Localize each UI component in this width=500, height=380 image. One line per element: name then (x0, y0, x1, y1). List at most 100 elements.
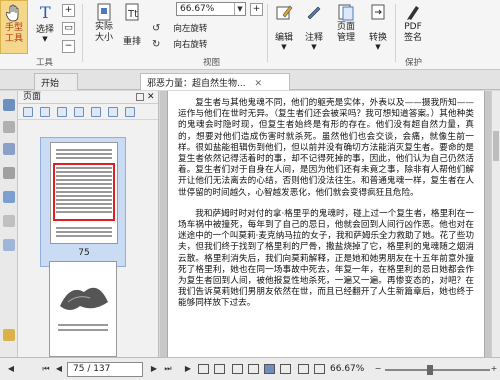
prev-page-icon[interactable]: ◀ (53, 363, 65, 375)
thumbnail-panel: 页面 ✕ 75 (18, 91, 159, 357)
zoom-in-icon[interactable]: + (250, 3, 263, 16)
attachments-icon[interactable] (3, 191, 15, 203)
restore-icon[interactable] (136, 93, 144, 101)
edit-label: 编辑 (274, 33, 293, 43)
zoom-slider-knob[interactable] (427, 365, 433, 375)
document-view[interactable]: 复生者与其他鬼魂不同，他们的躯壳是实体，外表以及——摄我所知——运作与他们在世时… (160, 91, 500, 357)
zoom-in-icon[interactable]: + (62, 4, 75, 17)
actual-size-button[interactable]: 实际 大小 (89, 2, 119, 44)
thumb-text-line (58, 329, 108, 331)
more-options-icon[interactable] (125, 107, 135, 117)
rotate-left-icon: ↺ (152, 22, 161, 34)
rotate-left-button[interactable]: ↺ 向左旋转 (152, 22, 208, 35)
document-page: 复生者与其他鬼魂不同，他们的躯壳是实体，外表以及——摄我所知——运作与他们在世时… (167, 91, 485, 357)
visible-area-indicator[interactable] (53, 163, 115, 221)
thumb-text-line (56, 227, 112, 229)
zoom-level: 66.67% (330, 364, 365, 374)
fit-width-icon[interactable] (298, 364, 309, 374)
tab-document-label: 邪恶力量：超自然生物... (147, 79, 246, 89)
collapse-panel-icon[interactable]: ◀ (5, 363, 17, 375)
replace-page-icon[interactable] (91, 107, 101, 117)
thumbnail-selected[interactable]: 75 (40, 137, 126, 267)
search-icon[interactable] (3, 215, 15, 227)
pdf-sign-button[interactable]: PDF 签名 (398, 2, 428, 44)
convert-button[interactable]: 转换 ▼ (364, 2, 392, 51)
delete-page-icon[interactable] (40, 107, 50, 117)
edit-button[interactable]: 编辑 ▼ (270, 2, 298, 51)
comments-panel-icon[interactable] (3, 143, 15, 155)
rotate-left-label: 向左旋转 (173, 24, 208, 34)
thumbnail-page-76[interactable] (49, 261, 117, 357)
convert-icon (368, 2, 388, 22)
page-manage-label: 页面 管理 (336, 22, 355, 43)
tab-start-label: 开始 (41, 79, 60, 89)
comment-button[interactable]: 注释 ▼ (300, 2, 328, 51)
previous-view-icon[interactable] (198, 364, 209, 374)
paragraph-2: 我和萨姆时时对付的拿·格里乎的鬼魂时，碰上过一个复生者，格里利在一场车祸中被撞死… (178, 208, 474, 309)
move-page-icon[interactable] (108, 107, 118, 117)
document-tabs: 开始 邪恶力量：超自然生物... ✕ (0, 70, 500, 90)
reflow-button[interactable]: Tt 重排 (117, 2, 147, 47)
chevron-down-icon: ▼ (281, 43, 287, 51)
pen-icon (403, 2, 423, 22)
bookmark-icon[interactable] (3, 121, 15, 133)
chevron-down-icon: ▼ (234, 3, 245, 15)
thumb-text-line (56, 231, 112, 233)
edit-icon (274, 2, 294, 22)
zoom-out-icon[interactable]: − (62, 40, 75, 53)
snapshot-icon[interactable]: ▭ (62, 22, 75, 35)
expand-panel-icon[interactable]: ▶ (182, 363, 194, 375)
group-label-protect: 保护 (405, 58, 423, 68)
panel-title: 页面 (23, 92, 42, 102)
tab-document[interactable]: 邪恶力量：超自然生物... ✕ (140, 73, 290, 90)
facing-page-icon[interactable] (264, 364, 275, 374)
zoom-out-icon[interactable]: − (372, 363, 384, 375)
app-window: 手型 工具 T 选择 ▼ + ▭ − 实际 大小 Tt 重排 66.67% ▼ … (0, 0, 500, 380)
select-button[interactable]: T 选择 ▼ (33, 2, 57, 43)
actual-size-label: 实际 大小 (94, 22, 113, 43)
zoom-select[interactable]: 66.67% ▼ (176, 2, 246, 16)
rotate-right-button[interactable]: ↻ 向右旋转 (152, 38, 207, 51)
pages-panel-icon[interactable] (3, 99, 15, 111)
hand-tool-label: 手型 工具 (4, 23, 23, 44)
insert-page-icon[interactable] (23, 107, 33, 117)
close-icon[interactable]: ✕ (147, 93, 155, 102)
hand-icon (4, 3, 24, 23)
hand-tool-button[interactable]: 手型 工具 (0, 0, 28, 54)
reflow-icon: Tt (122, 2, 142, 22)
rotate-page-icon[interactable] (57, 107, 67, 117)
continuous-facing-icon[interactable] (280, 364, 291, 374)
thumb-text-line (56, 149, 112, 151)
close-icon[interactable]: ✕ (254, 79, 262, 89)
page-number-input[interactable]: 75 / 137 (67, 362, 143, 377)
comment-icon (304, 2, 324, 22)
single-page-icon[interactable] (232, 364, 243, 374)
scrollbar-thumb[interactable] (493, 131, 499, 161)
next-page-icon[interactable]: ▶ (148, 363, 160, 375)
extract-page-icon[interactable] (74, 107, 84, 117)
select-label: 选择 (35, 25, 54, 35)
thumb-text-line (56, 235, 112, 237)
fit-page-icon[interactable] (314, 364, 325, 374)
text-cursor-icon: T (35, 2, 55, 22)
page-manage-icon (336, 2, 356, 22)
paragraph-1: 复生者与其他鬼魂不同，他们的躯壳是实体，外表以及——摄我所知——运作与他们在世时… (178, 98, 474, 198)
next-view-icon[interactable] (214, 364, 225, 374)
continuous-page-icon[interactable] (248, 364, 259, 374)
convert-label: 转换 (368, 33, 387, 43)
separator (395, 4, 396, 62)
status-bar: ◀ ⏮ ◀ 75 / 137 ▶ ⏭ ▶ 66.67% − + (0, 357, 500, 380)
chevron-down-icon: ▼ (375, 43, 381, 51)
page-manage-button[interactable]: 页面 管理 (330, 2, 362, 44)
zoom-in-icon[interactable]: + (488, 363, 500, 375)
tab-start[interactable]: 开始 (34, 73, 78, 90)
group-label-tools: 工具 (36, 58, 54, 68)
thumb-text-line (56, 153, 112, 155)
last-page-icon[interactable]: ⏭ (162, 363, 174, 375)
signature-icon[interactable] (3, 239, 15, 251)
vertical-scrollbar[interactable] (491, 91, 500, 357)
lock-icon[interactable] (3, 329, 15, 341)
layers-icon[interactable] (3, 167, 15, 179)
first-page-icon[interactable]: ⏮ (40, 363, 52, 375)
zoom-slider[interactable] (385, 365, 490, 375)
